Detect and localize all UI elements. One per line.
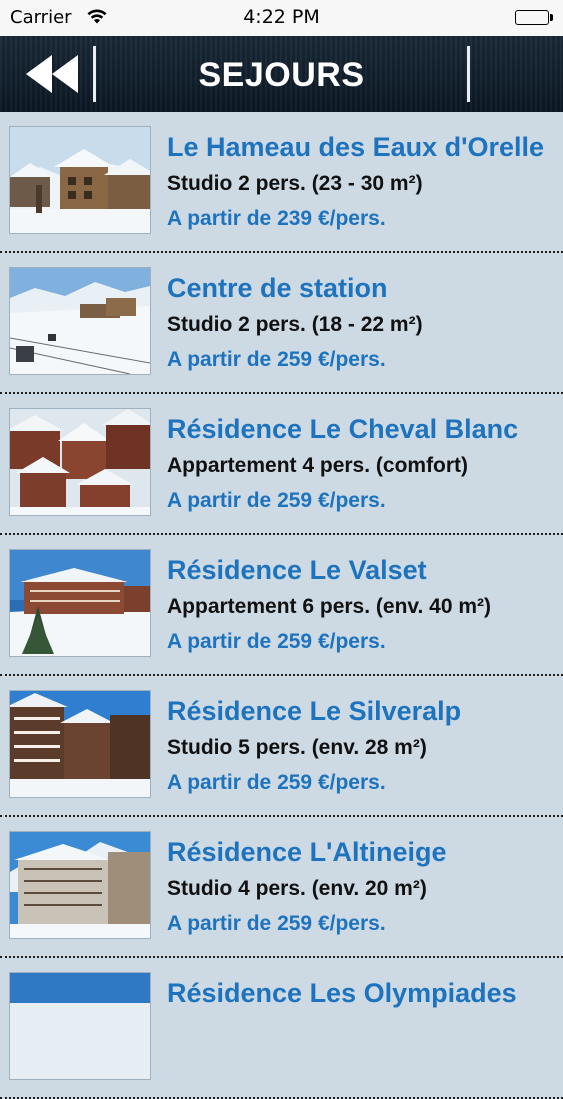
- nav-bar: SEJOURS: [0, 36, 563, 112]
- list-item[interactable]: Le Hameau des Eaux d'Orelle Studio 2 per…: [0, 112, 563, 253]
- listing-list: Le Hameau des Eaux d'Orelle Studio 2 per…: [0, 112, 563, 1099]
- listing-subtitle: Studio 2 pers. (18 - 22 m²): [167, 313, 423, 336]
- list-item[interactable]: Résidence L'Altineige Studio 4 pers. (en…: [0, 817, 563, 958]
- listing-subtitle: Appartement 6 pers. (env. 40 m²): [167, 595, 492, 618]
- listing-title: Résidence L'Altineige: [167, 837, 447, 867]
- listing-price: A partir de 259 €/pers.: [167, 630, 386, 653]
- listing-photo: [9, 831, 151, 939]
- listing-photo: [9, 549, 151, 657]
- listing-title: Résidence Les Olympiades: [167, 978, 517, 1008]
- list-item[interactable]: Résidence Le Valset Appartement 6 pers. …: [0, 535, 563, 676]
- listing-price: A partir de 259 €/pers.: [167, 348, 386, 371]
- listing-photo: [9, 408, 151, 516]
- listing-photo: [9, 972, 151, 1080]
- listing-title: Résidence Le Cheval Blanc: [167, 414, 519, 444]
- listing-price: A partir de 259 €/pers.: [167, 771, 386, 794]
- listing-title: Centre de station: [167, 273, 388, 303]
- nav-divider-right: [467, 46, 470, 102]
- listing-subtitle: Appartement 4 pers. (comfort): [167, 454, 469, 477]
- listing-title: Résidence Le Silveralp: [167, 696, 462, 726]
- listing-title: Le Hameau des Eaux d'Orelle: [167, 132, 545, 162]
- listing-title: Résidence Le Valset: [167, 555, 427, 585]
- status-bar: Carrier 4:22 PM: [0, 0, 563, 36]
- listing-photo: [9, 267, 151, 375]
- listing-photo: [9, 126, 151, 234]
- listing-subtitle: Studio 4 pers. (env. 20 m²): [167, 877, 427, 900]
- list-item[interactable]: Résidence Le Cheval Blanc Appartement 4 …: [0, 394, 563, 535]
- page-title: SEJOURS: [198, 56, 365, 94]
- list-item[interactable]: Résidence Les Olympiades: [0, 958, 563, 1099]
- listing-price: A partir de 259 €/pers.: [167, 912, 386, 935]
- listing-subtitle: Studio 2 pers. (23 - 30 m²): [167, 172, 423, 195]
- clock: 4:22 PM: [243, 6, 320, 28]
- listing-subtitle: Studio 5 pers. (env. 28 m²): [167, 736, 427, 759]
- listing-photo: [9, 690, 151, 798]
- list-item[interactable]: Centre de station Studio 2 pers. (18 - 2…: [0, 253, 563, 394]
- listing-price: A partir de 259 €/pers.: [167, 489, 386, 512]
- battery-icon: [515, 10, 553, 25]
- list-item[interactable]: Résidence Le Silveralp Studio 5 pers. (e…: [0, 676, 563, 817]
- listing-price: A partir de 239 €/pers.: [167, 207, 386, 230]
